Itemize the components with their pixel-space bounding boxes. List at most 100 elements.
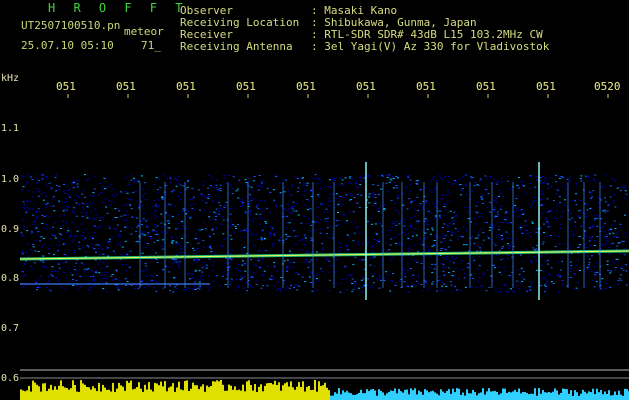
level-bar [482, 388, 484, 400]
noise-pixel [506, 222, 509, 224]
spectrogram-plot [19, 94, 629, 400]
level-bar [534, 388, 536, 400]
noise-pixel [112, 194, 115, 196]
noise-pixel [444, 235, 446, 237]
noise-pixel [145, 199, 148, 201]
noise-pixel [431, 272, 434, 274]
noise-pixel [20, 232, 23, 234]
noise-pixel [285, 288, 287, 290]
noise-pixel [373, 256, 376, 258]
noise-pixel [280, 277, 283, 278]
noise-pixel [108, 238, 111, 240]
noise-pixel [545, 253, 548, 255]
level-bar [248, 380, 250, 400]
noise-pixel [130, 227, 133, 229]
noise-pixel [504, 212, 507, 214]
noise-pixel [612, 232, 615, 234]
level-bar [352, 394, 354, 400]
noise-pixel [218, 190, 221, 192]
level-bar [52, 389, 54, 400]
noise-pixel [373, 205, 375, 207]
noise-pixel [160, 222, 163, 224]
noise-pixel [349, 193, 352, 194]
level-bar [44, 383, 46, 400]
noise-pixel [229, 174, 231, 176]
noise-pixel [75, 262, 78, 264]
noise-pixel [483, 221, 486, 223]
level-bar [594, 394, 596, 400]
noise-pixel [375, 278, 378, 280]
noise-pixel [311, 178, 314, 180]
noise-pixel [72, 187, 75, 189]
noise-pixel [474, 223, 477, 225]
noise-pixel [95, 244, 98, 246]
level-bar [228, 384, 230, 400]
noise-pixel [273, 262, 276, 264]
noise-pixel [368, 202, 371, 204]
noise-pixel [417, 274, 420, 276]
level-bar [438, 395, 440, 400]
noise-pixel [126, 214, 129, 216]
noise-pixel [309, 208, 312, 210]
noise-pixel [93, 218, 96, 220]
noise-pixel [452, 183, 455, 185]
level-bar [212, 381, 214, 400]
noise-pixel [61, 238, 64, 240]
noise-pixel [280, 212, 283, 214]
noise-pixel [22, 176, 25, 177]
noise-pixel [451, 220, 454, 222]
noise-pixel [473, 242, 476, 244]
noise-pixel [208, 258, 211, 260]
noise-pixel [386, 176, 389, 178]
noise-pixel [239, 200, 242, 202]
noise-pixel [258, 186, 261, 188]
level-bar [496, 391, 498, 400]
noise-pixel [528, 287, 531, 289]
noise-pixel [175, 185, 178, 187]
noise-pixel [530, 262, 533, 264]
noise-pixel [608, 229, 611, 231]
noise-pixel [25, 210, 28, 212]
noise-pixel [222, 246, 225, 248]
noise-pixel [177, 223, 180, 225]
noise-pixel [186, 242, 189, 244]
noise-pixel [520, 254, 522, 256]
noise-pixel [104, 274, 107, 276]
noise-pixel [568, 180, 571, 182]
noise-pixel [397, 233, 400, 235]
level-bar [330, 395, 332, 400]
level-bar [488, 388, 490, 400]
level-bar [232, 389, 234, 400]
noise-pixel [462, 176, 465, 178]
noise-pixel [77, 245, 80, 247]
noise-pixel [25, 284, 28, 286]
noise-pixel [358, 176, 361, 178]
noise-pixel [211, 229, 214, 231]
noise-pixel [419, 238, 422, 240]
noise-pixel [49, 238, 52, 240]
noise-pixel [325, 221, 328, 222]
noise-pixel [355, 183, 358, 184]
noise-pixel [443, 283, 446, 285]
level-bar [104, 387, 106, 400]
noise-pixel [446, 194, 449, 196]
level-bar [56, 389, 58, 400]
noise-pixel [524, 193, 527, 195]
noise-pixel [116, 224, 119, 226]
noise-pixel [409, 190, 412, 192]
noise-pixel [482, 194, 485, 196]
noise-pixel [245, 182, 248, 183]
noise-pixel [275, 205, 278, 207]
noise-pixel [48, 227, 51, 229]
noise-pixel [183, 289, 186, 290]
noise-pixel [106, 271, 109, 273]
noise-pixel [60, 234, 63, 236]
noise-pixel [235, 190, 238, 192]
noise-pixel [291, 184, 294, 186]
noise-pixel [421, 290, 424, 292]
noise-pixel [110, 201, 113, 203]
noise-pixel [65, 277, 68, 279]
noise-pixel [155, 290, 158, 292]
noise-pixel [217, 189, 220, 191]
noise-pixel [443, 274, 446, 276]
